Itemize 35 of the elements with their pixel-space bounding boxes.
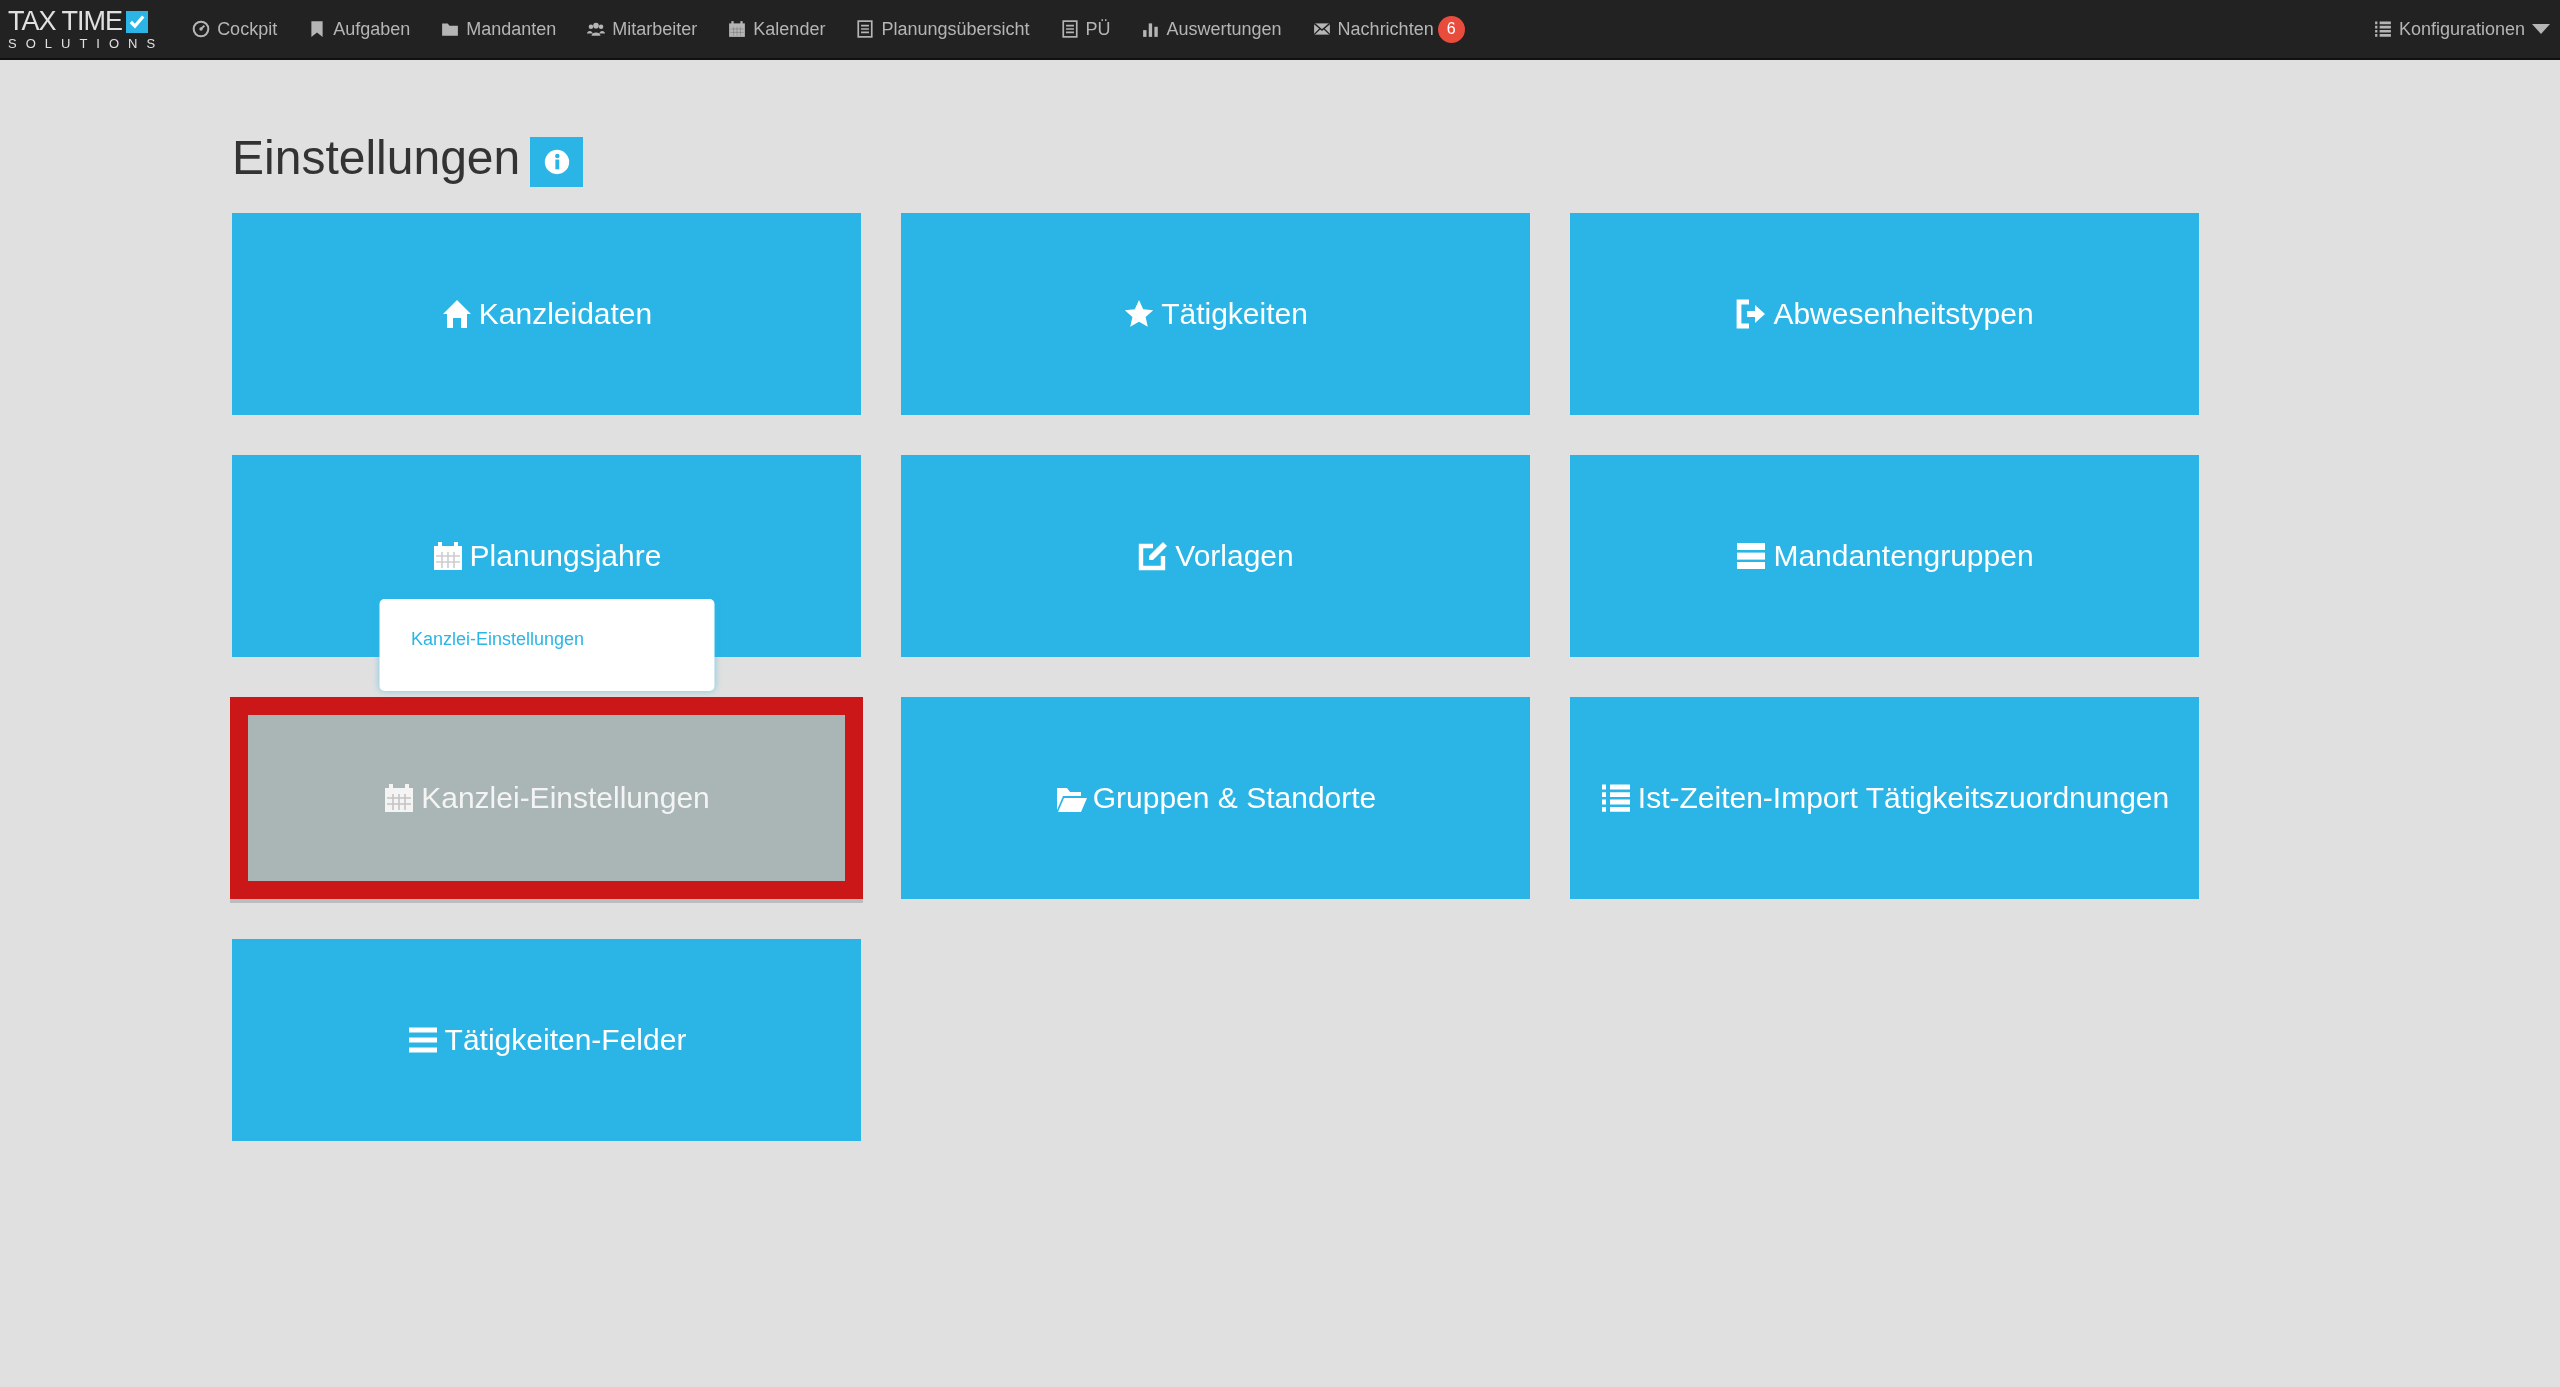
nav-link[interactable]: Cockpit [192,18,278,40]
nav-link[interactable]: Planungsübersicht [856,18,1030,40]
nav-link[interactable]: Kalender [728,18,826,40]
star-icon [1123,298,1156,330]
envelope-icon [1312,20,1331,38]
nav-link[interactable]: Nachrichten 6 [1312,15,1465,43]
bar-chart-icon [1141,20,1160,38]
calendar-icon [383,782,416,814]
nav-link[interactable]: Aufgaben [308,18,411,40]
info-button[interactable] [530,136,584,187]
folder-icon [441,20,460,38]
logo-text: TAX TIME [8,8,122,35]
server-stack-icon [1735,540,1768,572]
tooltip: Kanzlei-Einstellungen [379,599,714,691]
checkmark-icon [126,10,148,33]
nav-link[interactable]: Mitarbeiter [587,18,698,40]
page-title: Einstellungen [232,130,521,185]
edit-icon [1137,540,1170,572]
list-icon [1599,782,1632,814]
nav-link[interactable]: Auswertungen [1141,18,1282,40]
calendar-icon [431,540,464,572]
list-icon [2373,20,2392,38]
list-document-icon [856,20,875,38]
configurations-menu[interactable]: Konfigurationen [2373,18,2550,40]
info-icon [543,148,570,175]
calendar-icon [728,20,747,38]
logo-subtitle: SOLUTIONS [8,37,165,50]
unread-count-badge: 6 [1437,15,1465,43]
nav-link[interactable]: Mandanten [441,18,557,40]
caret-icon [2532,24,2550,34]
list-document-icon [1060,20,1079,38]
users-icon [587,20,606,38]
gauge-icon [192,20,211,38]
nav-link[interactable]: PÜ [1060,18,1111,40]
menu-icon [406,1024,439,1056]
